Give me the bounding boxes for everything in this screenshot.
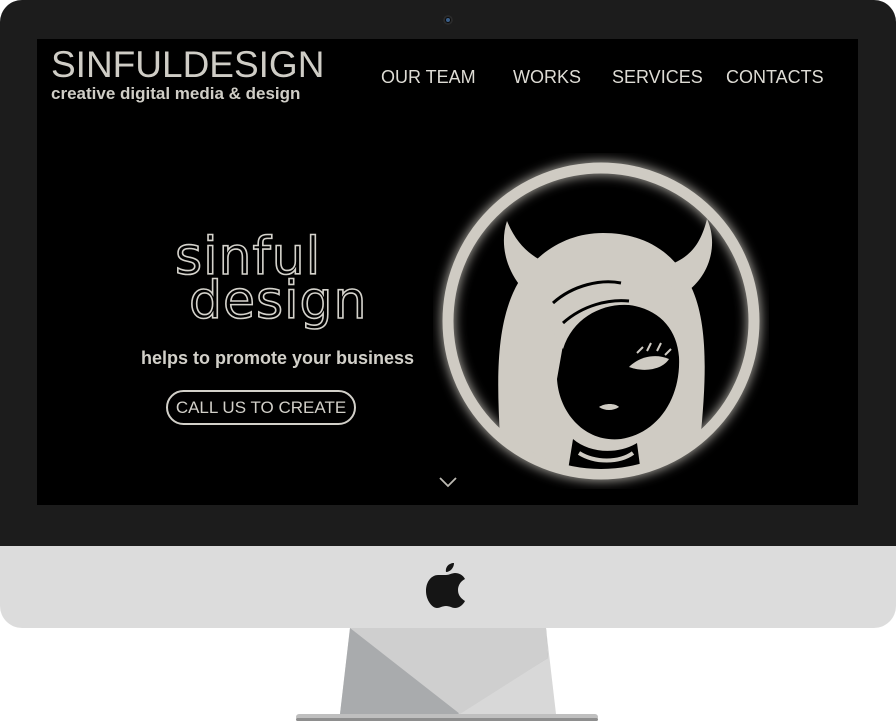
hero-wordmark-line2: design (188, 271, 368, 331)
nav-item-services[interactable]: SERVICES (612, 66, 703, 88)
imac-mockup: SINFULDESIGN creative digital media & de… (0, 0, 896, 723)
website-screen: SINFULDESIGN creative digital media & de… (37, 39, 858, 505)
nav-item-our-team[interactable]: OUR TEAM (381, 66, 476, 88)
call-us-button[interactable]: CALL US TO CREATE (166, 390, 356, 425)
apple-logo-icon (426, 563, 465, 608)
monitor-chin (0, 546, 896, 628)
monitor-bezel: SINFULDESIGN creative digital media & de… (0, 0, 896, 546)
site-logo-subtitle: creative digital media & design (51, 84, 301, 103)
chevron-down-icon[interactable] (438, 476, 458, 488)
nav-item-works[interactable]: WORKS (513, 66, 581, 88)
site-logo-title[interactable]: SINFULDESIGN (51, 45, 324, 85)
monitor-stand (296, 628, 598, 721)
devil-girl-emblem-icon (442, 162, 760, 480)
hero-tagline: helps to promote your business (141, 348, 415, 368)
webcam-icon (443, 15, 453, 25)
nav-item-contacts[interactable]: CONTACTS (726, 66, 824, 88)
